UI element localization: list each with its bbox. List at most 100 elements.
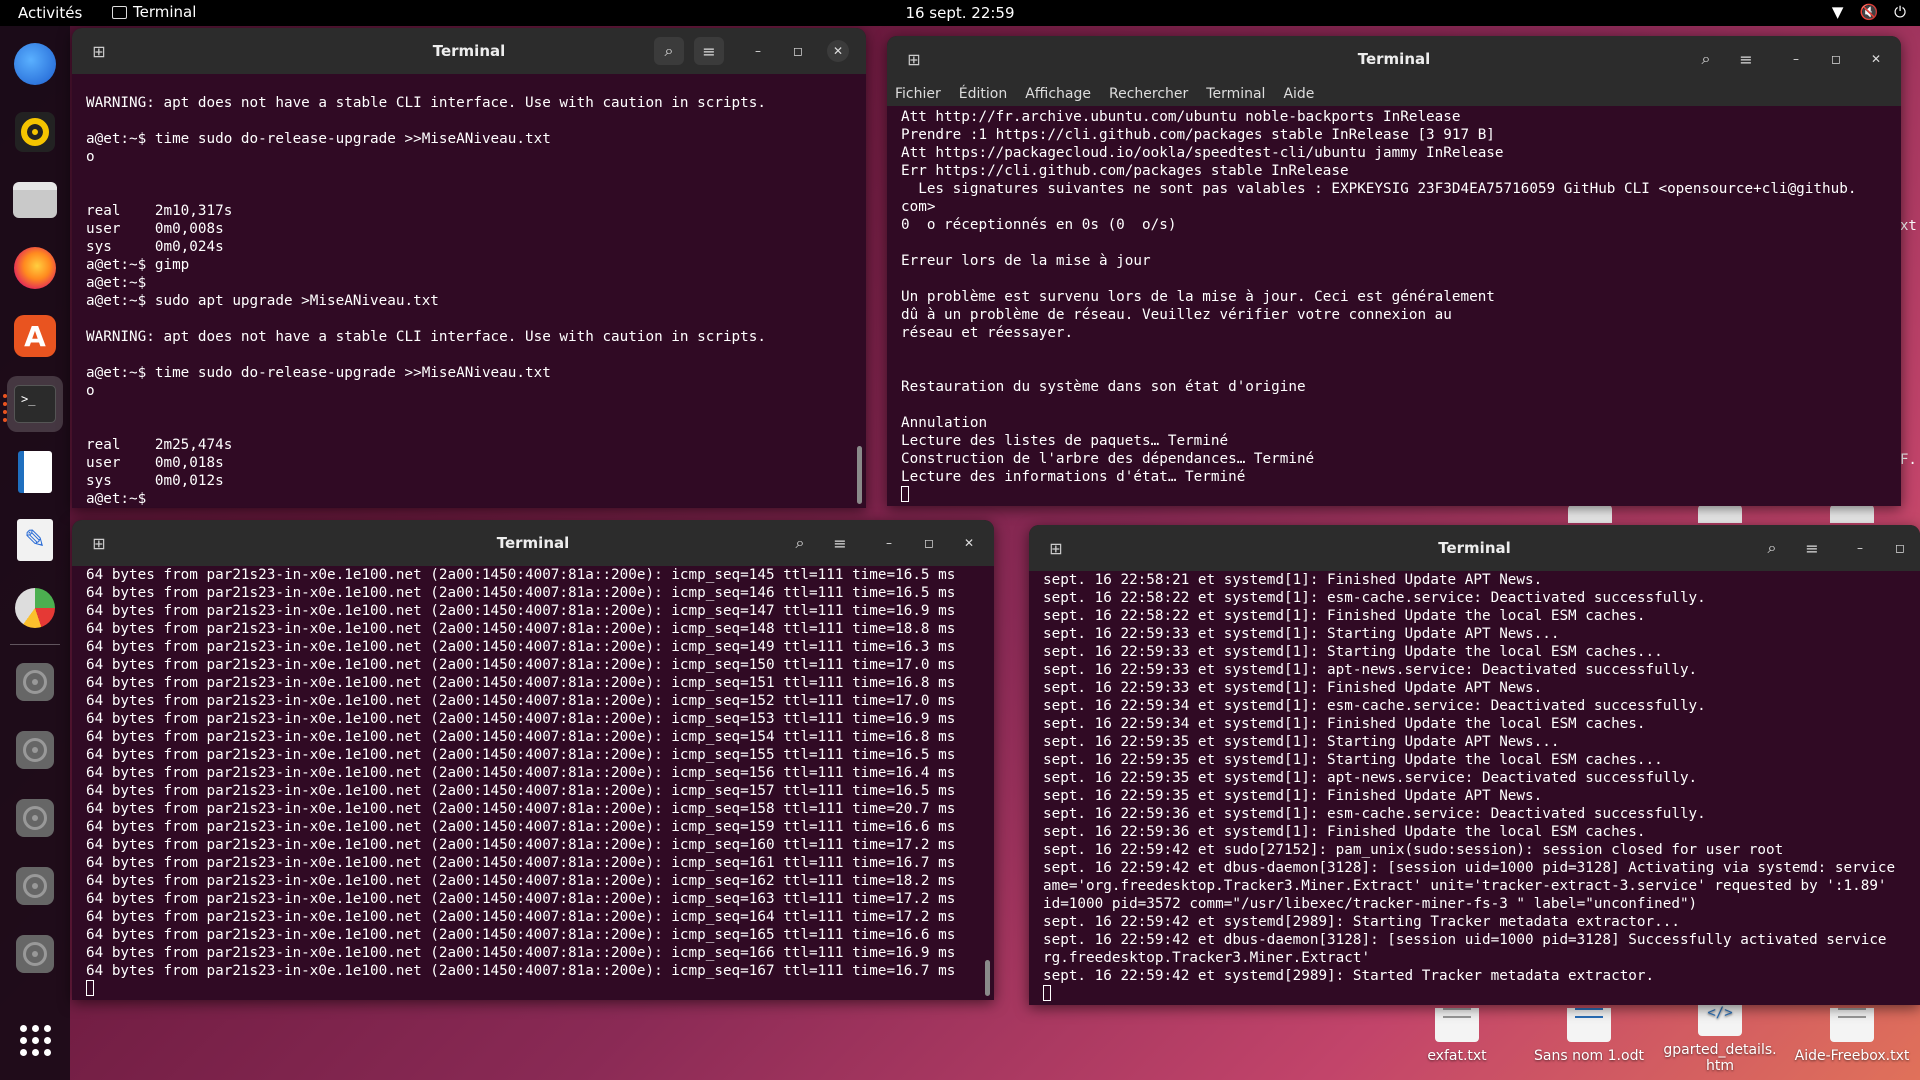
terminal-line: real 2m25,474s (86, 437, 233, 453)
menu-button[interactable]: ≡ (694, 37, 724, 65)
menu-fichier[interactable]: Fichier (895, 86, 941, 102)
terminal-window[interactable]: ⊞ Terminal ⌕ ≡ – ◻ ✕ 64 bytes from par21… (72, 520, 994, 1000)
terminal-line: sept. 16 22:59:33 et systemd[1]: apt-new… (1043, 662, 1698, 678)
terminal-cursor-line (1043, 985, 1920, 1003)
dock-item-libreoffice-writer[interactable] (11, 448, 59, 496)
terminal-line: Les signatures suivantes ne sont pas val… (901, 181, 1857, 197)
dock-item-files[interactable] (11, 176, 59, 224)
running-indicator (3, 402, 7, 406)
wifi-icon[interactable]: ▼ (1832, 3, 1844, 21)
system-tray[interactable]: ▼ 🔇 ⏻ (1832, 3, 1906, 21)
terminal-line: Att http://fr.archive.ubuntu.com/ubuntu … (901, 109, 1461, 125)
menu-edition[interactable]: Édition (959, 86, 1007, 102)
terminal-line: sys 0m0,024s (86, 239, 224, 255)
terminal-line: sept. 16 22:59:42 et sudo[27152]: pam_un… (1043, 842, 1784, 858)
terminal-window[interactable]: ⊞ Terminal ⌕ ≡ – ◻ ✕ Fichier Édition Aff… (887, 36, 1901, 506)
terminal-line: sept. 16 22:59:42 et dbus-daemon[3128]: … (1043, 860, 1896, 876)
minimize-button[interactable]: – (1849, 537, 1871, 559)
terminal-line: Un problème est survenu lors de la mise … (901, 289, 1495, 305)
terminal-line: sept. 16 22:59:35 et systemd[1]: Startin… (1043, 734, 1560, 750)
window-titlebar[interactable]: ⊞ Terminal ⌕ ≡ – ◻ ✕ (887, 36, 1901, 82)
terminal-output[interactable]: sept. 16 22:58:21 et systemd[1]: Finishe… (1029, 571, 1920, 1005)
minimize-button[interactable]: – (1785, 48, 1807, 70)
hamburger-icon: ≡ (702, 41, 716, 61)
terminal-line: 64 bytes from par21s23-in-x0e.1e100.net … (86, 819, 956, 835)
menu-bar: Fichier Édition Affichage Rechercher Ter… (887, 82, 1901, 106)
search-icon: ⌕ (1767, 538, 1777, 557)
window-titlebar[interactable]: ⊞ Terminal ⌕ ≡ – ◻ ✕ (72, 520, 994, 566)
terminal-line: user 0m0,008s (86, 221, 224, 237)
minimize-button[interactable]: – (747, 40, 769, 62)
dock-item-rhythmbox[interactable] (11, 108, 59, 156)
terminal-line: Construction de l'arbre des dépendances…… (901, 451, 1315, 467)
dock-item-disk-5[interactable] (11, 930, 59, 978)
scrollbar[interactable] (857, 446, 862, 504)
close-button[interactable]: ✕ (827, 40, 849, 62)
desktop-file-corner (1568, 505, 1612, 523)
maximize-button[interactable]: ◻ (1825, 48, 1847, 70)
maximize-button[interactable]: ◻ (787, 40, 809, 62)
menu-aide[interactable]: Aide (1283, 86, 1314, 102)
terminal-line: sept. 16 22:59:36 et systemd[1]: Finishe… (1043, 824, 1646, 840)
dock-item-disk-3[interactable] (11, 794, 59, 842)
window-titlebar[interactable]: ⊞ Terminal ⌕ ≡ – ◻ ✕ (72, 28, 866, 74)
menu-rechercher[interactable]: Rechercher (1109, 86, 1188, 102)
menu-button[interactable]: ≡ (1797, 534, 1827, 562)
dock-item-text-editor[interactable]: ✎ (11, 516, 59, 564)
volume-muted-icon[interactable]: 🔇 (1859, 3, 1878, 21)
desktop-file[interactable]: Aide-Freebox.txt (1792, 1002, 1912, 1064)
terminal-line: sept. 16 22:59:33 et systemd[1]: Startin… (1043, 644, 1663, 660)
disk-icon (16, 663, 54, 701)
dock-item-disk-1[interactable] (11, 658, 59, 706)
window-title: Terminal (496, 534, 570, 552)
terminal-window[interactable]: ⊞ Terminal ⌕ ≡ – ◻ sept. 16 22:58:21 et … (1029, 525, 1920, 1005)
dock-item-disk-usage[interactable] (11, 584, 59, 632)
terminal-line: 64 bytes from par21s23-in-x0e.1e100.net … (86, 855, 956, 871)
terminal-output[interactable]: 64 bytes from par21s23-in-x0e.1e100.net … (72, 566, 994, 1000)
desktop-file[interactable]: exfat.txt (1397, 1002, 1517, 1064)
maximize-button[interactable]: ◻ (1889, 537, 1911, 559)
close-button[interactable]: ✕ (1865, 48, 1887, 70)
terminal-line: sept. 16 22:58:22 et systemd[1]: esm-cac… (1043, 590, 1706, 606)
show-apps-button[interactable] (11, 1016, 59, 1064)
dock-item-app-center[interactable]: A (11, 312, 59, 360)
dock-item-thunderbird[interactable] (11, 40, 59, 88)
dock-item-firefox[interactable] (11, 244, 59, 292)
edge-text-fragment: F. (1900, 452, 1917, 468)
desktop-file[interactable]: Sans nom 1.odt (1529, 1002, 1649, 1064)
terminal-line: WARNING: apt does not have a stable CLI … (86, 95, 766, 111)
menu-affichage[interactable]: Affichage (1025, 86, 1091, 102)
terminal-line: 64 bytes from par21s23-in-x0e.1e100.net … (86, 585, 956, 601)
clock[interactable]: 16 sept. 22:59 (905, 4, 1014, 22)
minimize-icon: – (755, 44, 761, 58)
terminal-line: sept. 16 22:59:34 et systemd[1]: Finishe… (1043, 716, 1646, 732)
terminal-line: Prendre :1 https://cli.github.com/packag… (901, 127, 1495, 143)
power-icon[interactable]: ⏻ (1894, 3, 1906, 21)
menu-button[interactable]: ≡ (825, 529, 855, 557)
terminal-output[interactable]: Att http://fr.archive.ubuntu.com/ubuntu … (887, 108, 1901, 506)
window-titlebar[interactable]: ⊞ Terminal ⌕ ≡ – ◻ (1029, 525, 1920, 571)
scrollbar[interactable] (985, 960, 990, 996)
terminal-output[interactable]: WARNING: apt does not have a stable CLI … (72, 94, 866, 508)
dock-item-disk-2[interactable] (11, 726, 59, 774)
close-button[interactable]: ✕ (958, 532, 980, 554)
maximize-button[interactable]: ◻ (918, 532, 940, 554)
search-button[interactable]: ⌕ (1757, 534, 1787, 562)
menu-button[interactable]: ≡ (1731, 45, 1761, 73)
desktop-file-label: exfat.txt (1427, 1048, 1487, 1064)
desktop-file[interactable]: </> gparted_details.htm (1660, 1002, 1780, 1074)
dock-item-terminal[interactable]: >_ (7, 376, 63, 432)
dock-item-disk-4[interactable] (11, 862, 59, 910)
terminal-line: rg.freedesktop.Tracker3.Miner.Extract' (1043, 950, 1371, 966)
terminal-window[interactable]: ⊞ Terminal ⌕ ≡ – ◻ ✕ WARNING: apt does n… (72, 28, 866, 508)
minimize-button[interactable]: – (878, 532, 900, 554)
search-button[interactable]: ⌕ (654, 37, 684, 65)
search-button[interactable]: ⌕ (1691, 45, 1721, 73)
menu-terminal[interactable]: Terminal (1206, 86, 1265, 102)
terminal-line: sept. 16 22:59:35 et systemd[1]: Startin… (1043, 752, 1663, 768)
search-button[interactable]: ⌕ (785, 529, 815, 557)
text-cursor (86, 980, 94, 996)
